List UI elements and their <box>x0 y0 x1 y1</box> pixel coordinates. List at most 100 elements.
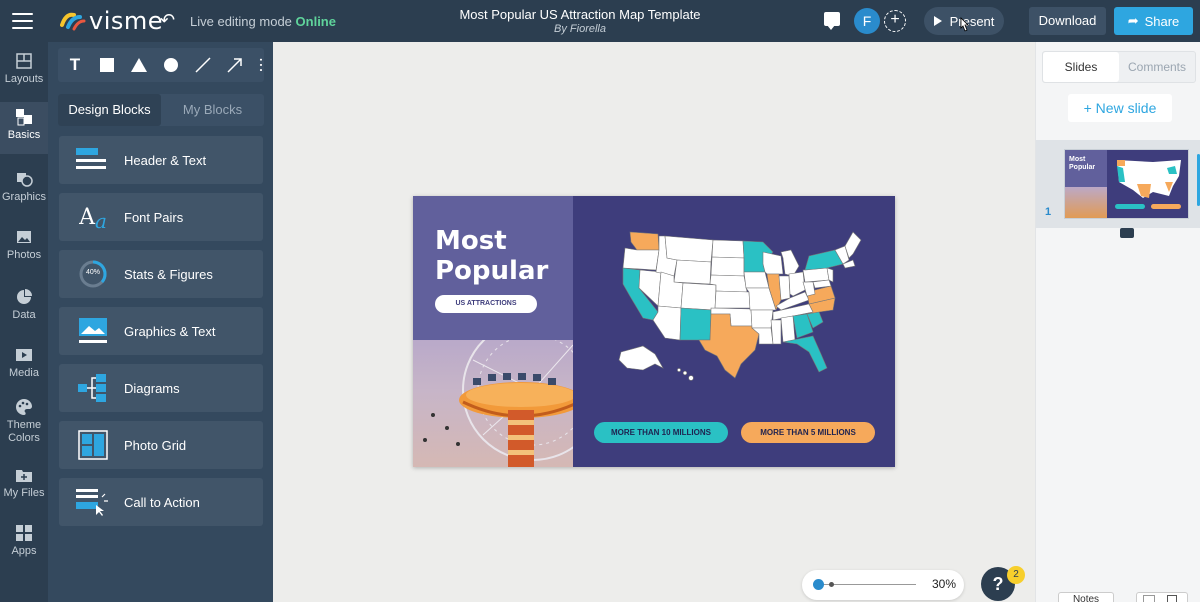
us-map-graphic[interactable] <box>613 228 873 388</box>
slide-title-line2: Popular <box>435 256 549 286</box>
block-diagrams[interactable]: Diagrams <box>59 364 263 412</box>
block-call-to-action[interactable]: Call to Action <box>59 478 263 526</box>
rail-item-basics[interactable]: Basics <box>0 102 48 154</box>
logo-mark-icon <box>60 11 86 31</box>
user-avatar[interactable]: F <box>854 8 880 34</box>
arrow-tool-icon[interactable] <box>224 54 246 76</box>
stats-gauge-icon: 40% <box>75 259 111 289</box>
slides-tabs: Slides Comments <box>1042 51 1196 83</box>
menu-icon[interactable] <box>12 13 33 29</box>
rail-item-layouts[interactable]: Layouts <box>0 52 48 92</box>
share-button[interactable]: ➦ Share <box>1114 7 1193 35</box>
canvas-area[interactable]: Most Popular US ATTRACTIONS MORE THAN 10… <box>273 42 1035 602</box>
zoom-slider-handle[interactable] <box>813 579 824 590</box>
list-view-icon[interactable] <box>1167 595 1177 602</box>
new-slide-button[interactable]: + New slide <box>1068 94 1172 122</box>
visme-logo[interactable]: visme <box>60 7 163 35</box>
document-author: By Fiorella <box>554 23 606 35</box>
legend-pill-teal[interactable]: MORE THAN 10 MILLIONS <box>594 422 728 443</box>
block-label: Diagrams <box>124 380 180 396</box>
editing-mode: Live editing mode Online <box>190 14 336 29</box>
top-bar: visme ↶ Live editing mode Online Most Po… <box>0 0 1200 42</box>
add-collaborator-icon[interactable]: + <box>884 10 906 32</box>
block-photo-grid[interactable]: Photo Grid <box>59 421 263 469</box>
rail-item-graphics[interactable]: Graphics <box>0 170 48 210</box>
share-icon: ➦ <box>1127 13 1139 28</box>
play-icon <box>933 16 942 26</box>
rail-label: Basics <box>7 129 41 141</box>
view-toggle[interactable] <box>1136 592 1188 602</box>
block-header-text[interactable]: Header & Text <box>59 136 263 184</box>
rail-label: Apps <box>11 545 37 557</box>
layouts-icon <box>16 53 32 69</box>
palette-icon <box>16 398 33 415</box>
legend-pill-orange[interactable]: MORE THAN 5 MILLIONS <box>741 422 875 443</box>
thumb-map <box>1117 160 1181 198</box>
slide-options-icon[interactable] <box>1120 228 1134 238</box>
rail-item-theme-colors[interactable]: Theme Colors <box>0 398 48 450</box>
circle-tool-icon[interactable] <box>160 54 182 76</box>
rail-label: Theme Colors <box>6 419 42 444</box>
photo-grid-icon <box>75 430 111 460</box>
block-label: Stats & Figures <box>124 266 213 282</box>
notes-button[interactable]: Notes <box>1058 592 1114 602</box>
tab-my-blocks[interactable]: My Blocks <box>161 94 264 126</box>
slide-thumbnail[interactable]: Most Popular <box>1064 149 1189 219</box>
font-pairs-icon: Aa <box>79 204 107 234</box>
zoom-level: 30% <box>932 577 957 591</box>
block-label: Call to Action <box>124 494 200 510</box>
triangle-tool-icon[interactable] <box>128 54 150 76</box>
thumb-title: Most Popular <box>1069 156 1096 171</box>
block-label: Font Pairs <box>124 209 184 225</box>
mode-label: Live editing mode <box>190 14 292 29</box>
block-graphics-text[interactable]: Graphics & Text <box>59 307 263 355</box>
more-options-icon[interactable]: ⋯ <box>252 54 269 76</box>
graphics-text-icon <box>75 316 111 346</box>
help-notification-badge: 2 <box>1007 566 1025 584</box>
zoom-control: 30% <box>802 570 964 600</box>
block-label: Header & Text <box>124 152 207 168</box>
stats-icon-text: 40% <box>85 269 100 276</box>
tab-slides[interactable]: Slides <box>1043 52 1119 82</box>
shape-toolbar: T ⋯ <box>58 48 269 82</box>
rail-item-apps[interactable]: Apps <box>0 524 48 564</box>
rail-label: Graphics <box>1 191 47 203</box>
slide-canvas[interactable]: Most Popular US ATTRACTIONS MORE THAN 10… <box>413 196 895 467</box>
rail-item-my-files[interactable]: My Files <box>0 466 48 506</box>
share-label: Share <box>1144 13 1180 29</box>
grid-view-icon[interactable] <box>1143 595 1155 602</box>
thumb-pill-teal <box>1115 204 1145 209</box>
tab-comments[interactable]: Comments <box>1119 52 1195 82</box>
basics-icon <box>16 109 32 126</box>
slide-title[interactable]: Most Popular <box>435 226 548 286</box>
slide-thumbnail-row[interactable]: 1 Most Popular <box>1036 140 1200 228</box>
download-button[interactable]: Download <box>1029 7 1106 35</box>
text-tool-icon[interactable]: T <box>64 54 86 76</box>
design-blocks-panel: T ⋯ Design Blocks My Blocks Header & Tex… <box>48 42 273 602</box>
thumb-photo <box>1065 187 1107 218</box>
line-tool-icon[interactable] <box>192 54 214 76</box>
rectangle-tool-icon[interactable] <box>96 54 118 76</box>
slide-number: 1 <box>1045 206 1052 218</box>
block-stats-figures[interactable]: 40% Stats & Figures <box>59 250 263 298</box>
block-font-pairs[interactable]: Aa Font Pairs <box>59 193 263 241</box>
rail-item-media[interactable]: Media <box>0 346 48 386</box>
document-title[interactable]: Most Popular US Attraction Map Template <box>430 7 730 22</box>
graphics-icon <box>17 173 33 187</box>
rail-item-data[interactable]: Data <box>0 288 48 328</box>
rail-label: Data <box>12 309 36 321</box>
apps-icon <box>16 525 32 541</box>
pie-chart-icon <box>17 289 32 304</box>
slide-title-line1: Most <box>435 226 507 256</box>
slide-subtitle-pill[interactable]: US ATTRACTIONS <box>435 295 537 313</box>
block-label: Photo Grid <box>124 437 187 453</box>
rail-label: My Files <box>3 487 45 499</box>
tab-design-blocks[interactable]: Design Blocks <box>58 94 161 126</box>
logo-text: visme <box>89 7 164 35</box>
blocks-tabs: Design Blocks My Blocks <box>58 94 264 126</box>
ferris-wheel-photo[interactable] <box>413 340 573 467</box>
media-icon <box>16 349 32 361</box>
undo-icon[interactable]: ↶ <box>160 10 175 31</box>
rail-item-photos[interactable]: Photos <box>0 228 48 268</box>
comments-icon[interactable] <box>824 12 840 30</box>
